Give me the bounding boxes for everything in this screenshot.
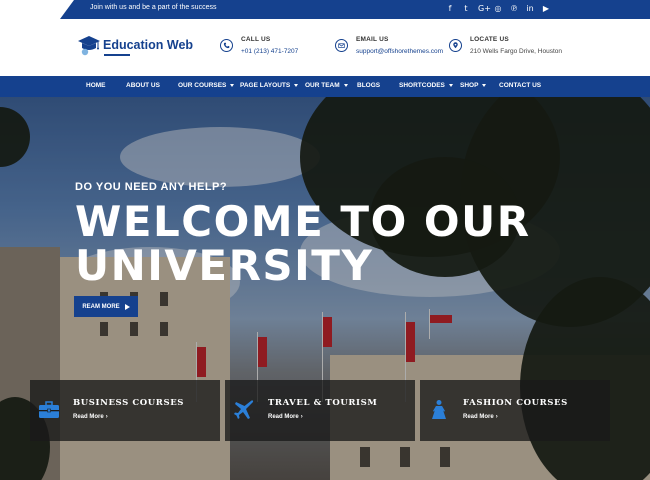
play-arrow-icon xyxy=(124,303,130,310)
instagram-icon[interactable]: ◎ xyxy=(494,3,502,15)
chevron-right-icon: › xyxy=(300,414,303,420)
course-card-business[interactable]: BUSINESS COURSES Read More › xyxy=(30,380,220,441)
contact-label: LOCATE US xyxy=(470,36,509,43)
nav-item-our-courses[interactable]: OUR COURSES xyxy=(178,82,235,89)
course-read-more-link[interactable]: Read More › xyxy=(73,414,108,420)
hero-title-line1: WELCOME TO OUR xyxy=(75,197,531,246)
chevron-right-icon: › xyxy=(495,414,498,420)
nav-label: CONTACT US xyxy=(499,82,542,89)
pinterest-icon[interactable]: ℗ xyxy=(510,3,518,15)
facebook-icon[interactable]: f xyxy=(446,3,454,15)
location-icon xyxy=(449,39,462,52)
top-bar-tab xyxy=(0,0,60,19)
hero-subtitle: DO YOU NEED ANY HELP? xyxy=(75,181,228,193)
nav-item-contact-us[interactable]: CONTACT US xyxy=(499,82,541,89)
nav-item-blogs[interactable]: BLOGS xyxy=(357,82,380,89)
course-card-travel[interactable]: TRAVEL & TOURISM Read More › xyxy=(225,380,415,441)
dress-icon xyxy=(432,400,446,419)
nav-label: SHOP xyxy=(460,82,479,89)
chevron-down-icon xyxy=(343,83,348,87)
course-read-more-link[interactable]: Read More › xyxy=(268,414,303,420)
youtube-icon[interactable]: ▶ xyxy=(542,3,550,15)
nav-label: OUR TEAM xyxy=(305,82,340,89)
nav-item-shop[interactable]: SHOP xyxy=(460,82,487,89)
nav-label: OUR COURSES xyxy=(178,82,227,89)
briefcase-icon xyxy=(39,401,59,418)
contact-phone[interactable]: +01 (213) 471-7207 xyxy=(241,48,298,55)
course-read-more-link[interactable]: Read More › xyxy=(463,414,498,420)
contact-address: 210 Wells Fargo Drive, Houston xyxy=(470,48,563,55)
link-label: Read More xyxy=(73,414,104,420)
hero-title: WELCOME TO OUR UNIVERSITY xyxy=(75,200,531,288)
course-title: FASHION COURSES xyxy=(463,398,568,408)
linkedin-icon[interactable]: in xyxy=(526,3,534,15)
hero-banner: DO YOU NEED ANY HELP? WELCOME TO OUR UNI… xyxy=(0,97,650,480)
chevron-down-icon xyxy=(294,83,299,87)
logo-underline xyxy=(104,54,130,56)
nav-item-about-us[interactable]: ABOUT US xyxy=(126,82,160,89)
twitter-icon[interactable]: t xyxy=(462,3,470,15)
contact-label: EMAIL US xyxy=(356,36,389,43)
contact-email-address[interactable]: support@offshorethemes.com xyxy=(356,48,443,55)
read-more-button[interactable]: REAM MORE xyxy=(74,296,138,317)
read-more-label: REAM MORE xyxy=(82,303,120,310)
course-title: TRAVEL & TOURISM xyxy=(268,398,378,408)
contact-email: EMAIL US support@offshorethemes.com xyxy=(335,36,443,55)
chevron-down-icon xyxy=(448,83,453,87)
contact-call: CALL US +01 (213) 471-7207 xyxy=(220,36,298,55)
nav-label: SHORTCODES xyxy=(399,82,445,89)
logo-text: Education Web xyxy=(103,38,194,52)
site-logo[interactable]: Education Web xyxy=(77,33,193,57)
nav-item-page-layouts[interactable]: PAGE LAYOUTS xyxy=(240,82,299,89)
top-bar-tagline: Join with us and be a part of the succes… xyxy=(90,4,217,11)
nav-label: HOME xyxy=(86,82,106,89)
email-icon xyxy=(335,39,348,52)
phone-icon xyxy=(220,39,233,52)
google-plus-icon[interactable]: G+ xyxy=(478,3,491,15)
nav-item-shortcodes[interactable]: SHORTCODES xyxy=(399,82,453,89)
nav-label: PAGE LAYOUTS xyxy=(240,82,291,89)
contact-label: CALL US xyxy=(241,36,271,43)
contact-location: LOCATE US 210 Wells Fargo Drive, Houston xyxy=(449,36,562,55)
social-links: f t G+ ◎ ℗ in ▶ xyxy=(446,3,550,15)
nav-label: BLOGS xyxy=(357,82,381,89)
chevron-right-icon: › xyxy=(105,414,108,420)
hero-title-line2: UNIVERSITY xyxy=(75,241,374,290)
main-nav: HOME ABOUT US OUR COURSES PAGE LAYOUTS O… xyxy=(0,76,650,97)
site-header: Education Web CALL US +01 (213) 471-7207… xyxy=(0,19,650,76)
nav-item-home[interactable]: HOME xyxy=(86,82,106,89)
graduation-cap-icon xyxy=(78,36,100,56)
chevron-down-icon xyxy=(230,83,235,87)
course-card-fashion[interactable]: FASHION COURSES Read More › xyxy=(420,380,610,441)
link-label: Read More xyxy=(463,414,494,420)
nav-item-our-team[interactable]: OUR TEAM xyxy=(305,82,348,89)
chevron-down-icon xyxy=(482,83,487,87)
top-bar-slant xyxy=(60,0,74,19)
top-bar: Join with us and be a part of the succes… xyxy=(0,0,650,19)
link-label: Read More xyxy=(268,414,299,420)
airplane-icon xyxy=(234,400,254,419)
course-title: BUSINESS COURSES xyxy=(73,398,185,408)
nav-label: ABOUT US xyxy=(126,82,160,89)
